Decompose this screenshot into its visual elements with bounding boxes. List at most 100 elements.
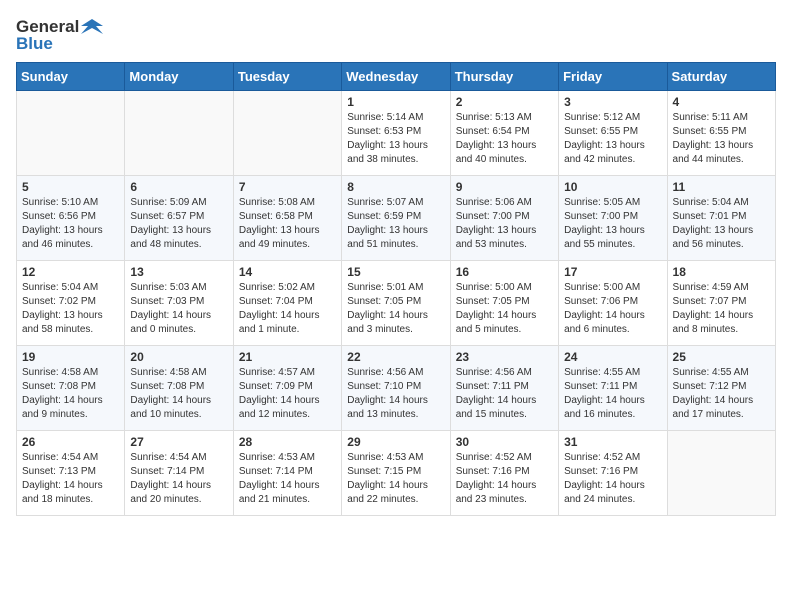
day-number: 18 [673,265,770,279]
calendar-cell: 29 Sunrise: 4:53 AM Sunset: 7:15 PM Dayli… [342,431,450,516]
calendar-week-row: 1 Sunrise: 5:14 AM Sunset: 6:53 PM Daylig… [17,91,776,176]
day-info: Sunrise: 5:06 AM Sunset: 7:00 PM Dayligh… [456,196,553,252]
calendar-week-row: 12 Sunrise: 5:04 AM Sunset: 7:02 PM Dayli… [17,261,776,346]
day-header-thursday: Thursday [450,63,558,91]
calendar-cell: 6 Sunrise: 5:09 AM Sunset: 6:57 PM Daylig… [125,176,233,261]
day-number: 2 [456,95,553,109]
day-number: 31 [564,435,661,449]
day-number: 15 [347,265,444,279]
calendar-week-row: 5 Sunrise: 5:10 AM Sunset: 6:56 PM Daylig… [17,176,776,261]
calendar-cell: 10Sunrise: 5:05 AM Sunset: 7:00 PM Dayli… [559,176,667,261]
calendar-cell: 16 Sunrise: 5:00 AM Sunset: 7:05 PM Dayli… [450,261,558,346]
day-number: 8 [347,180,444,194]
day-info: Sunrise: 4:53 AM Sunset: 7:15 PM Dayligh… [347,451,444,507]
day-number: 13 [130,265,227,279]
day-info: Sunrise: 4:55 AM Sunset: 7:12 PM Dayligh… [673,366,770,422]
day-number: 19 [22,350,119,364]
calendar-cell: 21 Sunrise: 4:57 AM Sunset: 7:09 PM Dayli… [233,346,341,431]
day-header-saturday: Saturday [667,63,775,91]
day-info: Sunrise: 4:58 AM Sunset: 7:08 PM Dayligh… [22,366,119,422]
day-info: Sunrise: 5:10 AM Sunset: 6:56 PM Dayligh… [22,196,119,252]
day-number: 17 [564,265,661,279]
day-info: Sunrise: 5:04 AM Sunset: 7:02 PM Dayligh… [22,281,119,337]
day-info: Sunrise: 4:58 AM Sunset: 7:08 PM Dayligh… [130,366,227,422]
day-number: 14 [239,265,336,279]
day-number: 11 [673,180,770,194]
day-info: Sunrise: 5:04 AM Sunset: 7:01 PM Dayligh… [673,196,770,252]
day-info: Sunrise: 5:00 AM Sunset: 7:05 PM Dayligh… [456,281,553,337]
logo-blue-text: Blue [16,34,53,54]
calendar-cell [125,91,233,176]
day-number: 21 [239,350,336,364]
calendar-cell: 30 Sunrise: 4:52 AM Sunset: 7:16 PM Dayli… [450,431,558,516]
day-header-sunday: Sunday [17,63,125,91]
day-number: 16 [456,265,553,279]
day-number: 6 [130,180,227,194]
calendar-cell: 22Sunrise: 4:56 AM Sunset: 7:10 PM Dayli… [342,346,450,431]
calendar-cell [667,431,775,516]
day-info: Sunrise: 5:01 AM Sunset: 7:05 PM Dayligh… [347,281,444,337]
day-info: Sunrise: 5:00 AM Sunset: 7:06 PM Dayligh… [564,281,661,337]
day-number: 12 [22,265,119,279]
day-info: Sunrise: 5:13 AM Sunset: 6:54 PM Dayligh… [456,111,553,167]
day-number: 5 [22,180,119,194]
day-info: Sunrise: 5:07 AM Sunset: 6:59 PM Dayligh… [347,196,444,252]
calendar-cell: 14 Sunrise: 5:02 AM Sunset: 7:04 PM Dayli… [233,261,341,346]
day-info: Sunrise: 4:52 AM Sunset: 7:16 PM Dayligh… [456,451,553,507]
day-info: Sunrise: 4:54 AM Sunset: 7:14 PM Dayligh… [130,451,227,507]
calendar-cell: 7 Sunrise: 5:08 AM Sunset: 6:58 PM Daylig… [233,176,341,261]
calendar-cell: 8 Sunrise: 5:07 AM Sunset: 6:59 PM Daylig… [342,176,450,261]
day-number: 20 [130,350,227,364]
day-number: 30 [456,435,553,449]
day-number: 10 [564,180,661,194]
day-header-friday: Friday [559,63,667,91]
day-info: Sunrise: 5:08 AM Sunset: 6:58 PM Dayligh… [239,196,336,252]
day-header-monday: Monday [125,63,233,91]
calendar-cell [233,91,341,176]
logo: General Blue [16,16,103,54]
calendar-cell: 1 Sunrise: 5:14 AM Sunset: 6:53 PM Daylig… [342,91,450,176]
day-info: Sunrise: 4:54 AM Sunset: 7:13 PM Dayligh… [22,451,119,507]
calendar-week-row: 19 Sunrise: 4:58 AM Sunset: 7:08 PM Dayli… [17,346,776,431]
calendar-table: SundayMondayTuesdayWednesdayThursdayFrid… [16,62,776,516]
day-info: Sunrise: 5:09 AM Sunset: 6:57 PM Dayligh… [130,196,227,252]
calendar-week-row: 26 Sunrise: 4:54 AM Sunset: 7:13 PM Dayli… [17,431,776,516]
calendar-cell: 13 Sunrise: 5:03 AM Sunset: 7:03 PM Dayli… [125,261,233,346]
day-number: 25 [673,350,770,364]
calendar-cell: 17 Sunrise: 5:00 AM Sunset: 7:06 PM Dayli… [559,261,667,346]
day-number: 9 [456,180,553,194]
day-number: 23 [456,350,553,364]
day-number: 29 [347,435,444,449]
day-info: Sunrise: 4:57 AM Sunset: 7:09 PM Dayligh… [239,366,336,422]
calendar-cell: 23 Sunrise: 4:56 AM Sunset: 7:11 PM Dayli… [450,346,558,431]
day-info: Sunrise: 5:14 AM Sunset: 6:53 PM Dayligh… [347,111,444,167]
calendar-cell: 12 Sunrise: 5:04 AM Sunset: 7:02 PM Dayli… [17,261,125,346]
day-number: 4 [673,95,770,109]
calendar-cell: 27 Sunrise: 4:54 AM Sunset: 7:14 PM Dayli… [125,431,233,516]
day-info: Sunrise: 5:12 AM Sunset: 6:55 PM Dayligh… [564,111,661,167]
calendar-cell: 18Sunrise: 4:59 AM Sunset: 7:07 PM Dayli… [667,261,775,346]
calendar-header-row: SundayMondayTuesdayWednesdayThursdayFrid… [17,63,776,91]
calendar-cell: 26 Sunrise: 4:54 AM Sunset: 7:13 PM Dayli… [17,431,125,516]
day-number: 7 [239,180,336,194]
day-info: Sunrise: 5:02 AM Sunset: 7:04 PM Dayligh… [239,281,336,337]
calendar-cell: 3 Sunrise: 5:12 AM Sunset: 6:55 PM Daylig… [559,91,667,176]
calendar-cell: 11 Sunrise: 5:04 AM Sunset: 7:01 PM Dayli… [667,176,775,261]
day-info: Sunrise: 5:03 AM Sunset: 7:03 PM Dayligh… [130,281,227,337]
calendar-cell: 25 Sunrise: 4:55 AM Sunset: 7:12 PM Dayli… [667,346,775,431]
day-number: 26 [22,435,119,449]
day-info: Sunrise: 5:11 AM Sunset: 6:55 PM Dayligh… [673,111,770,167]
day-header-wednesday: Wednesday [342,63,450,91]
calendar-cell: 5 Sunrise: 5:10 AM Sunset: 6:56 PM Daylig… [17,176,125,261]
day-number: 27 [130,435,227,449]
calendar-cell: 9 Sunrise: 5:06 AM Sunset: 7:00 PM Daylig… [450,176,558,261]
day-info: Sunrise: 4:56 AM Sunset: 7:11 PM Dayligh… [456,366,553,422]
day-number: 1 [347,95,444,109]
day-number: 24 [564,350,661,364]
calendar-cell: 4 Sunrise: 5:11 AM Sunset: 6:55 PM Daylig… [667,91,775,176]
calendar-cell: 20 Sunrise: 4:58 AM Sunset: 7:08 PM Dayli… [125,346,233,431]
calendar-cell: 24Sunrise: 4:55 AM Sunset: 7:11 PM Dayli… [559,346,667,431]
day-number: 3 [564,95,661,109]
calendar-cell: 31Sunrise: 4:52 AM Sunset: 7:16 PM Dayli… [559,431,667,516]
day-info: Sunrise: 4:53 AM Sunset: 7:14 PM Dayligh… [239,451,336,507]
